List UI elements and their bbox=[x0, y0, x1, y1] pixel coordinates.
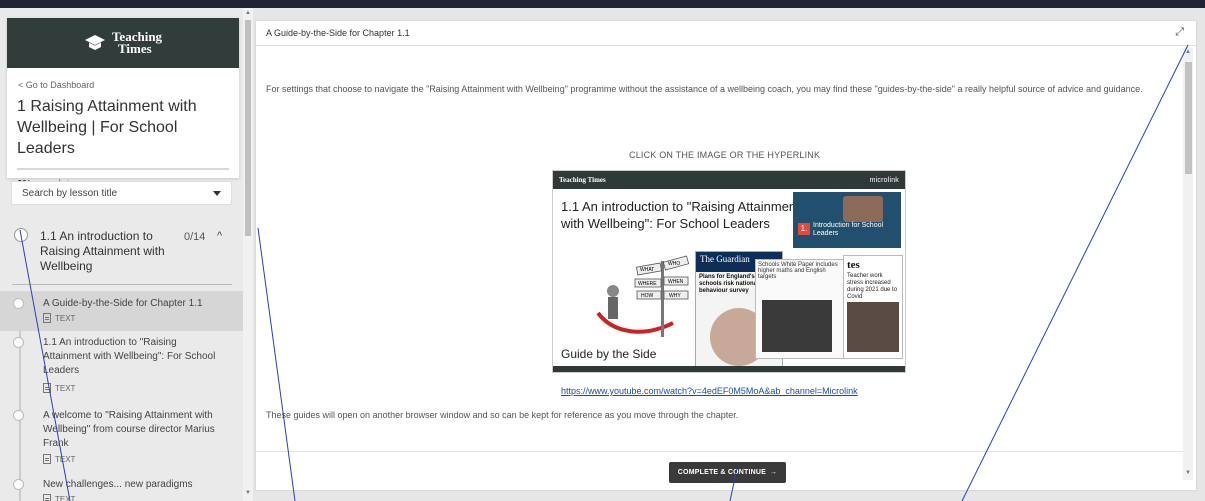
newspaper-collage: The Guardian Plans for England's schools… bbox=[695, 251, 903, 369]
lesson-status-circle-icon bbox=[13, 479, 24, 490]
sign-label: WHY bbox=[669, 293, 681, 299]
cover-badge: 1. bbox=[798, 223, 810, 235]
lesson-item-guide-by-the-side[interactable]: A Guide-by-the-Side for Chapter 1.1 TEXT bbox=[0, 291, 243, 331]
lesson-title: 1.1 An introduction to "Raising Attainme… bbox=[43, 337, 216, 376]
lesson-search-select[interactable]: Search by lesson title bbox=[11, 181, 232, 205]
sign-label: WHAT bbox=[640, 267, 654, 273]
chevron-up-icon[interactable]: ^ bbox=[217, 230, 222, 242]
sidebar-scrollbar-thumb[interactable] bbox=[245, 20, 251, 236]
sidebar-scrollbar[interactable]: ▲ ▼ bbox=[243, 8, 253, 501]
tes-masthead: tes bbox=[847, 259, 860, 271]
course-title: 1 Raising Attainment with Wellbeing | Fo… bbox=[17, 98, 197, 157]
lesson-type-label: TEXT bbox=[55, 454, 76, 464]
content-scrollbar-thumb[interactable] bbox=[1185, 62, 1192, 174]
text-document-icon bbox=[43, 494, 51, 501]
lesson-item-new-challenges[interactable]: New challenges... new paradigms TEXT bbox=[0, 473, 243, 501]
white-paper-headline: Schools White Paper includes higher math… bbox=[758, 262, 838, 280]
thumbnail-cover: 1. Introduction for School Leaders bbox=[793, 192, 901, 248]
lesson-header-title: A Guide-by-the-Side for Chapter 1.1 bbox=[266, 28, 410, 38]
lesson-type: TEXT bbox=[43, 494, 75, 501]
complete-and-continue-button[interactable]: COMPLETE & CONTINUE → bbox=[669, 462, 786, 483]
chevron-down-icon bbox=[213, 190, 221, 196]
video-hyperlink[interactable]: https://www.youtube.com/watch?v=4edEF0M5… bbox=[561, 386, 858, 396]
sign-label: WHERE bbox=[638, 281, 657, 287]
tes-clipping: tes Teacher work stress increased during… bbox=[843, 255, 903, 359]
arrow-right-icon: → bbox=[770, 469, 778, 476]
lesson-item-welcome[interactable]: A welcome to "Raising Attainment with We… bbox=[0, 403, 243, 473]
section-lesson-count: 0/14 bbox=[184, 231, 206, 243]
click-instruction: CLICK ON THE IMAGE OR THE HYPERLINK bbox=[629, 150, 821, 160]
tes-headline: Teacher work stress increased during 202… bbox=[847, 273, 898, 300]
lesson-status-circle-icon bbox=[13, 337, 24, 348]
expand-icon[interactable]: ⤢ bbox=[1175, 26, 1184, 39]
white-paper-photo bbox=[762, 300, 832, 352]
intro-paragraph: For settings that choose to navigate the… bbox=[266, 84, 1143, 94]
sign-label: WHO bbox=[668, 261, 680, 267]
lesson-type: TEXT bbox=[43, 383, 75, 393]
content-scrollbar[interactable]: ▲ ▼ bbox=[1183, 48, 1193, 480]
lesson-list: A Guide-by-the-Side for Chapter 1.1 TEXT… bbox=[0, 291, 243, 501]
lesson-type-label: TEXT bbox=[55, 383, 76, 393]
thumbnail-footer-bar bbox=[553, 366, 905, 372]
back-to-dashboard-link[interactable]: < Go to Dashboard bbox=[18, 80, 239, 90]
complete-button-label: COMPLETE & CONTINUE bbox=[677, 469, 766, 476]
white-paper-clipping: Schools White Paper includes higher math… bbox=[755, 259, 847, 359]
scroll-up-arrow-icon[interactable]: ▲ bbox=[245, 10, 251, 16]
scroll-up-arrow-icon[interactable]: ▲ bbox=[1185, 49, 1191, 55]
section-progress-circle-icon bbox=[14, 228, 28, 242]
lesson-title: New challenges... new paradigms bbox=[43, 479, 193, 490]
text-document-icon bbox=[43, 383, 51, 393]
tes-photo bbox=[847, 302, 899, 352]
cover-text: Introduction for School Leaders bbox=[813, 222, 884, 237]
lesson-title: A Guide-by-the-Side for Chapter 1.1 bbox=[43, 298, 203, 309]
lesson-type: TEXT bbox=[43, 313, 75, 323]
lesson-type: TEXT bbox=[43, 454, 75, 464]
graduation-cap-icon bbox=[84, 35, 105, 50]
course-info-card: Teaching Times < Go to Dashboard 1 Raisi… bbox=[7, 18, 239, 190]
sign-label: WHEN bbox=[668, 279, 684, 285]
section-title: 1.1 An introduction to Raising Attainmen… bbox=[40, 229, 165, 273]
section-header[interactable]: 1.1 An introduction to Raising Attainmen… bbox=[12, 221, 232, 277]
lesson-status-circle-icon bbox=[13, 410, 24, 421]
logo-line-2: Times bbox=[117, 41, 152, 56]
text-document-icon bbox=[43, 454, 51, 464]
lesson-header: A Guide-by-the-Side for Chapter 1.1 bbox=[256, 21, 1196, 46]
lesson-search-label: Search by lesson title bbox=[22, 187, 118, 199]
scroll-down-arrow-icon[interactable]: ▼ bbox=[245, 490, 251, 496]
lesson-status-circle-icon bbox=[13, 298, 24, 309]
sign-label: HOW bbox=[641, 293, 654, 299]
reference-note: These guides will open on another browse… bbox=[266, 410, 739, 420]
thumbnail-partner: microlink bbox=[869, 176, 899, 184]
section-divider bbox=[12, 284, 232, 285]
thumbnail-brand: Teaching Times bbox=[559, 176, 606, 184]
lesson-type-label: TEXT bbox=[55, 494, 76, 501]
lesson-item-introduction[interactable]: 1.1 An introduction to "Raising Attainme… bbox=[0, 331, 243, 403]
lesson-title: A welcome to "Raising Attainment with We… bbox=[43, 410, 215, 449]
footer-divider bbox=[256, 451, 1186, 452]
video-thumbnail-image[interactable]: Teaching Times microlink 1.1 An introduc… bbox=[552, 170, 906, 373]
lesson-content-panel: A Guide-by-the-Side for Chapter 1.1 ⤢ Fo… bbox=[256, 21, 1196, 490]
logo-text: Teaching Times bbox=[112, 30, 162, 56]
thumbnail-title: 1.1 An introduction to "Raising Attainme… bbox=[561, 199, 800, 231]
cover-photo bbox=[843, 196, 883, 222]
course-progress-divider bbox=[17, 168, 229, 170]
top-border-bar bbox=[0, 0, 1205, 8]
course-sidebar: Teaching Times < Go to Dashboard 1 Raisi… bbox=[0, 8, 243, 501]
lesson-type-label: TEXT bbox=[55, 313, 76, 323]
scroll-down-arrow-icon[interactable]: ▼ bbox=[1185, 470, 1191, 476]
thumbnail-top-bar: Teaching Times microlink bbox=[553, 171, 905, 189]
logo-bar[interactable]: Teaching Times bbox=[7, 18, 239, 68]
text-document-icon bbox=[43, 313, 51, 323]
thumbnail-caption: Guide by the Side bbox=[561, 347, 657, 361]
